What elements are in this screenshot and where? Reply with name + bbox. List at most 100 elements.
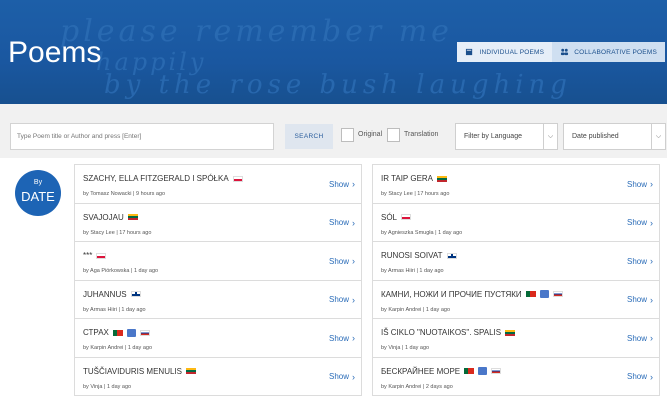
poem-author-time: by Karpin Andrei | 1 day ago: [83, 345, 153, 351]
poem-title[interactable]: SÓL: [381, 213, 397, 222]
show-poem-link[interactable]: Show ›: [329, 179, 355, 189]
poem-mode-tabs: INDIVIDUAL POEMS COLLABORATIVE POEMS: [457, 42, 665, 62]
original-label: Original: [358, 131, 383, 138]
poem-title-row: TUŠČIAVIDURIS MENULIS: [83, 367, 196, 376]
show-label: Show: [626, 218, 647, 227]
show-poem-link[interactable]: Show ›: [329, 295, 355, 305]
chevron-right-icon: ›: [352, 333, 355, 343]
filter-bar: SEARCH Original Translation Filter by La…: [0, 104, 667, 158]
poem-card[interactable]: SÓL by Agnieszka Smugła | 1 day ago Show ›: [373, 203, 659, 242]
poem-card[interactable]: RUNOSI SOIVAT by Armas Hiiri | 1 day ago S…: [373, 242, 659, 281]
poem-author-time: by Armas Hiiri | 1 day ago: [381, 268, 444, 274]
badge-date-text: DATE: [21, 189, 55, 204]
chevron-right-icon: ›: [352, 217, 355, 228]
show-label: Show: [626, 256, 647, 266]
poem-title[interactable]: RUNOSI SOIVAT: [381, 251, 443, 260]
poem-card[interactable]: TUŠČIAVIDURIS MENULIS by Vinja | 1 day ag…: [75, 357, 361, 396]
page-title: Poems: [8, 36, 102, 69]
chevron-right-icon: ›: [650, 371, 653, 382]
poem-title[interactable]: КАМНИ, НОЖИ И ПРОЧИЕ ПУСТЯКИ: [381, 290, 522, 299]
poem-title-row: JUHANNUS: [83, 290, 141, 299]
header-banner: please remember me happily by the rose b…: [0, 0, 667, 104]
portugal-flag-icon: [525, 291, 536, 297]
poem-title[interactable]: СТРАХ: [83, 328, 109, 337]
show-poem-link[interactable]: Show ›: [329, 218, 355, 228]
show-label: Show: [626, 372, 647, 381]
poem-title-row: IŠ CIKLO "NUOTAIKOS". SPALIS: [381, 328, 516, 337]
poem-title[interactable]: ***: [83, 251, 92, 260]
show-label: Show: [328, 218, 349, 227]
handwriting-line-3: by the rose bush laughing: [104, 70, 572, 100]
poem-card[interactable]: IR TAIP GERA by Stacy Lee | 17 hours ago S…: [373, 165, 659, 204]
sort-select-value: Date published: [572, 133, 619, 140]
poem-card[interactable]: *** by Aga Piórkowska | 1 day ago Show ›: [75, 242, 361, 281]
show-poem-link[interactable]: Show ›: [627, 372, 653, 382]
lithuania-flag-icon: [505, 329, 516, 336]
poland-flag-icon: [96, 252, 107, 259]
tab-individual-poems-label: INDIVIDUAL POEMS: [479, 48, 545, 56]
poem-author-time: by Tomasz Nowacki | 9 hours ago: [83, 191, 166, 197]
language-select[interactable]: Filter by Language ⌵: [455, 123, 558, 150]
original-checkbox[interactable]: [341, 128, 354, 142]
poem-card[interactable]: JUHANNUS by Armas Hiiri | 1 day ago Show ›: [75, 280, 361, 319]
poem-author-time: by Vinja | 1 day ago: [83, 383, 132, 390]
poem-title-row: ***: [83, 251, 107, 260]
poem-title[interactable]: TUŠČIAVIDURIS MENULIS: [83, 367, 182, 376]
show-label: Show: [328, 256, 349, 266]
tab-individual-poems[interactable]: INDIVIDUAL POEMS: [457, 42, 553, 62]
chevron-right-icon: ›: [650, 333, 653, 343]
search-input[interactable]: [10, 123, 274, 150]
poem-author-time: by Stacy Lee | 17 hours ago: [381, 191, 450, 197]
poem-title[interactable]: IŠ CIKLO "NUOTAIKOS". SPALIS: [381, 328, 501, 337]
lithuania-flag-icon: [127, 214, 138, 220]
poem-title-row: RUNOSI SOIVAT: [381, 251, 457, 260]
poem-title[interactable]: JUHANNUS: [83, 290, 127, 299]
russia-flag-icon: [552, 291, 563, 297]
poem-title-row: КАМНИ, НОЖИ И ПРОЧИЕ ПУСТЯКИ: [381, 290, 563, 299]
poem-card[interactable]: SVAJOJAU by Stacy Lee | 17 hours ago Show ›: [75, 203, 361, 242]
handwriting-line-1: please remember me: [60, 14, 453, 49]
lithuania-flag-icon: [185, 368, 196, 374]
portugal-flag-icon: [464, 368, 475, 374]
show-label: Show: [328, 333, 349, 343]
poem-card[interactable]: SZACHY, ELLA FITZGERALD I SPÓŁKA by Tomas…: [75, 165, 361, 204]
poem-title-row: SZACHY, ELLA FITZGERALD I SPÓŁKA: [83, 174, 243, 183]
poem-card[interactable]: КАМНИ, НОЖИ И ПРОЧИЕ ПУСТЯКИ by Karpin An…: [373, 280, 659, 319]
show-poem-link[interactable]: Show ›: [627, 295, 653, 305]
poem-title[interactable]: SZACHY, ELLA FITZGERALD I SPÓŁKA: [83, 174, 229, 183]
show-poem-link[interactable]: Show ›: [627, 333, 653, 343]
poem-list-right: IR TAIP GERA by Stacy Lee | 17 hours ago S…: [372, 164, 660, 396]
show-poem-link[interactable]: Show ›: [329, 333, 355, 343]
russia-flag-icon: [139, 329, 150, 336]
translation-checkbox[interactable]: [387, 128, 400, 142]
chevron-right-icon: ›: [650, 217, 653, 228]
show-label: Show: [328, 372, 349, 381]
chevron-right-icon: ›: [352, 294, 355, 305]
translation-icon: [539, 290, 549, 298]
poem-title-row: БЕСКРАЙНЕЕ МОРЕ: [381, 367, 502, 376]
show-label: Show: [626, 333, 647, 343]
poem-title[interactable]: IR TAIP GERA: [381, 174, 433, 183]
show-poem-link[interactable]: Show ›: [329, 256, 355, 266]
poem-list-left: SZACHY, ELLA FITZGERALD I SPÓŁKA by Tomas…: [74, 164, 362, 396]
show-poem-link[interactable]: Show ›: [627, 218, 653, 228]
poem-card[interactable]: СТРАХ by Karpin Andrei | 1 day ago Show ›: [75, 319, 361, 358]
poem-title-row: SÓL: [381, 213, 412, 222]
poem-author-time: by Stacy Lee | 17 hours ago: [83, 229, 152, 236]
translation-icon: [126, 328, 136, 337]
search-button[interactable]: SEARCH: [285, 124, 333, 149]
show-poem-link[interactable]: Show ›: [627, 256, 653, 266]
poem-author-time: by Armas Hiiri | 1 day ago: [83, 306, 146, 313]
poem-card[interactable]: БЕСКРАЙНЕЕ МОРЕ by Karpin Andrei | 2 days…: [373, 357, 659, 396]
show-label: Show: [626, 179, 647, 189]
finland-flag-icon: [130, 291, 141, 297]
tab-collaborative-poems-label: COLLABORATIVE POEMS: [574, 48, 657, 56]
chevron-right-icon: ›: [650, 256, 653, 266]
poem-title[interactable]: БЕСКРАЙНЕЕ МОРЕ: [381, 367, 460, 376]
poem-card[interactable]: IŠ CIKLO "NUOTAIKOS". SPALIS by Vinja | 1…: [373, 319, 659, 358]
poem-title[interactable]: SVAJOJAU: [83, 213, 124, 222]
show-poem-link[interactable]: Show ›: [329, 372, 355, 382]
sort-select[interactable]: Date published ⌵: [563, 123, 666, 150]
show-poem-link[interactable]: Show ›: [627, 179, 653, 189]
tab-collaborative-poems[interactable]: COLLABORATIVE POEMS: [552, 42, 665, 62]
